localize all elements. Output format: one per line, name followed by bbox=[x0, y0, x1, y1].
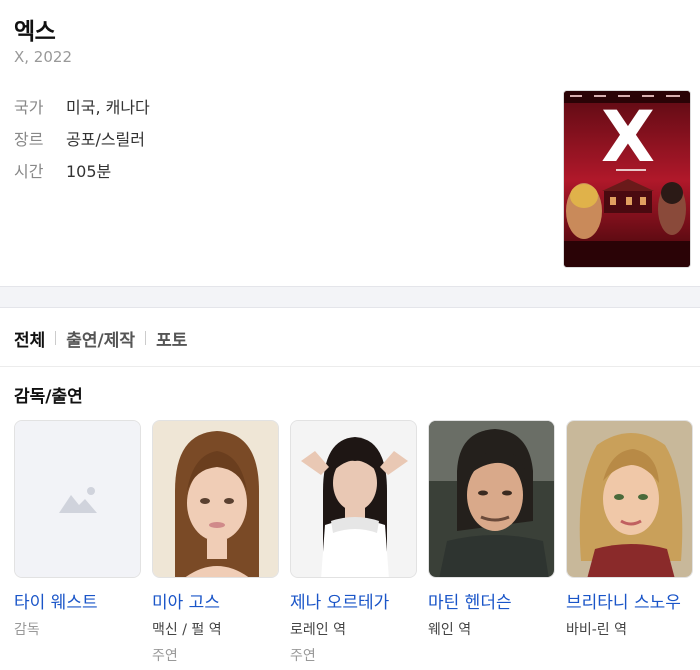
movie-info-list: 국가 미국, 캐나다 장르 공포/스릴러 시간 105분 bbox=[14, 90, 150, 186]
cast-item-director[interactable]: 타이 웨스트 감독 bbox=[14, 420, 141, 665]
cast-name[interactable]: 타이 웨스트 bbox=[14, 588, 141, 613]
cast-name[interactable]: 제나 오르테가 bbox=[290, 588, 417, 613]
cast-item[interactable]: 미아 고스 맥신 / 펄 역 주연 bbox=[152, 420, 279, 665]
tab-separator bbox=[145, 331, 147, 345]
cast-role: 로레인 역 bbox=[290, 622, 346, 638]
tab-all[interactable]: 전체 bbox=[14, 326, 45, 351]
movie-title: 엑스 bbox=[14, 19, 56, 45]
cast-item[interactable]: 브리타니 스노우 바비-린 역 bbox=[566, 420, 693, 665]
section-title: 감독/출연 bbox=[14, 387, 83, 407]
movie-subtitle: X, 2022 bbox=[14, 48, 72, 66]
cast-item[interactable]: 마틴 헨더슨 웨인 역 bbox=[428, 420, 555, 665]
movie-info-panel: 엑스 X, 2022 국가 미국, 캐나다 장르 공포/스릴러 시간 105분 bbox=[0, 0, 700, 286]
cast-type: 주연 bbox=[152, 648, 178, 664]
info-value: 공포/스릴러 bbox=[66, 130, 145, 149]
cast-list: 타이 웨스트 감독 미아 고스 맥신 / 펄 역 주연 제나 오르테가 로레인 … bbox=[14, 420, 693, 665]
cast-name[interactable]: 브리타니 스노우 bbox=[566, 588, 693, 613]
info-value: 105분 bbox=[66, 162, 112, 181]
section-divider bbox=[0, 286, 700, 308]
movie-poster[interactable]: X bbox=[563, 90, 691, 268]
tab-cast-crew[interactable]: 출연/제작 bbox=[66, 326, 135, 351]
tab-photos[interactable]: 포토 bbox=[156, 326, 187, 351]
cast-type: 주연 bbox=[290, 648, 316, 664]
cast-photo[interactable] bbox=[428, 420, 555, 578]
cast-photo[interactable] bbox=[290, 420, 417, 578]
cast-item[interactable]: 제나 오르테가 로레인 역 주연 bbox=[290, 420, 417, 665]
image-placeholder-icon bbox=[15, 421, 140, 577]
info-value: 미국, 캐나다 bbox=[66, 98, 150, 117]
cast-role: 맥신 / 펄 역 bbox=[152, 622, 222, 638]
info-key: 장르 bbox=[14, 130, 44, 149]
info-key: 시간 bbox=[14, 162, 44, 181]
cast-photo[interactable] bbox=[152, 420, 279, 578]
cast-role: 웨인 역 bbox=[428, 622, 472, 638]
info-key: 국가 bbox=[14, 98, 44, 117]
info-row-genre: 장르 공포/스릴러 bbox=[14, 122, 150, 154]
tabs-divider bbox=[0, 366, 700, 367]
tab-bar: 전체 출연/제작 포토 bbox=[14, 320, 187, 356]
poster-x-letter: X bbox=[601, 96, 655, 178]
cast-role: 감독 bbox=[14, 622, 40, 638]
info-row-runtime: 시간 105분 bbox=[14, 154, 150, 186]
cast-name[interactable]: 마틴 헨더슨 bbox=[428, 588, 555, 613]
cast-role: 바비-린 역 bbox=[566, 622, 628, 638]
info-row-country: 국가 미국, 캐나다 bbox=[14, 90, 150, 122]
no-photo-placeholder[interactable] bbox=[14, 420, 141, 578]
cast-name[interactable]: 미아 고스 bbox=[152, 588, 279, 613]
cast-photo[interactable] bbox=[566, 420, 693, 578]
tab-separator bbox=[55, 331, 57, 345]
